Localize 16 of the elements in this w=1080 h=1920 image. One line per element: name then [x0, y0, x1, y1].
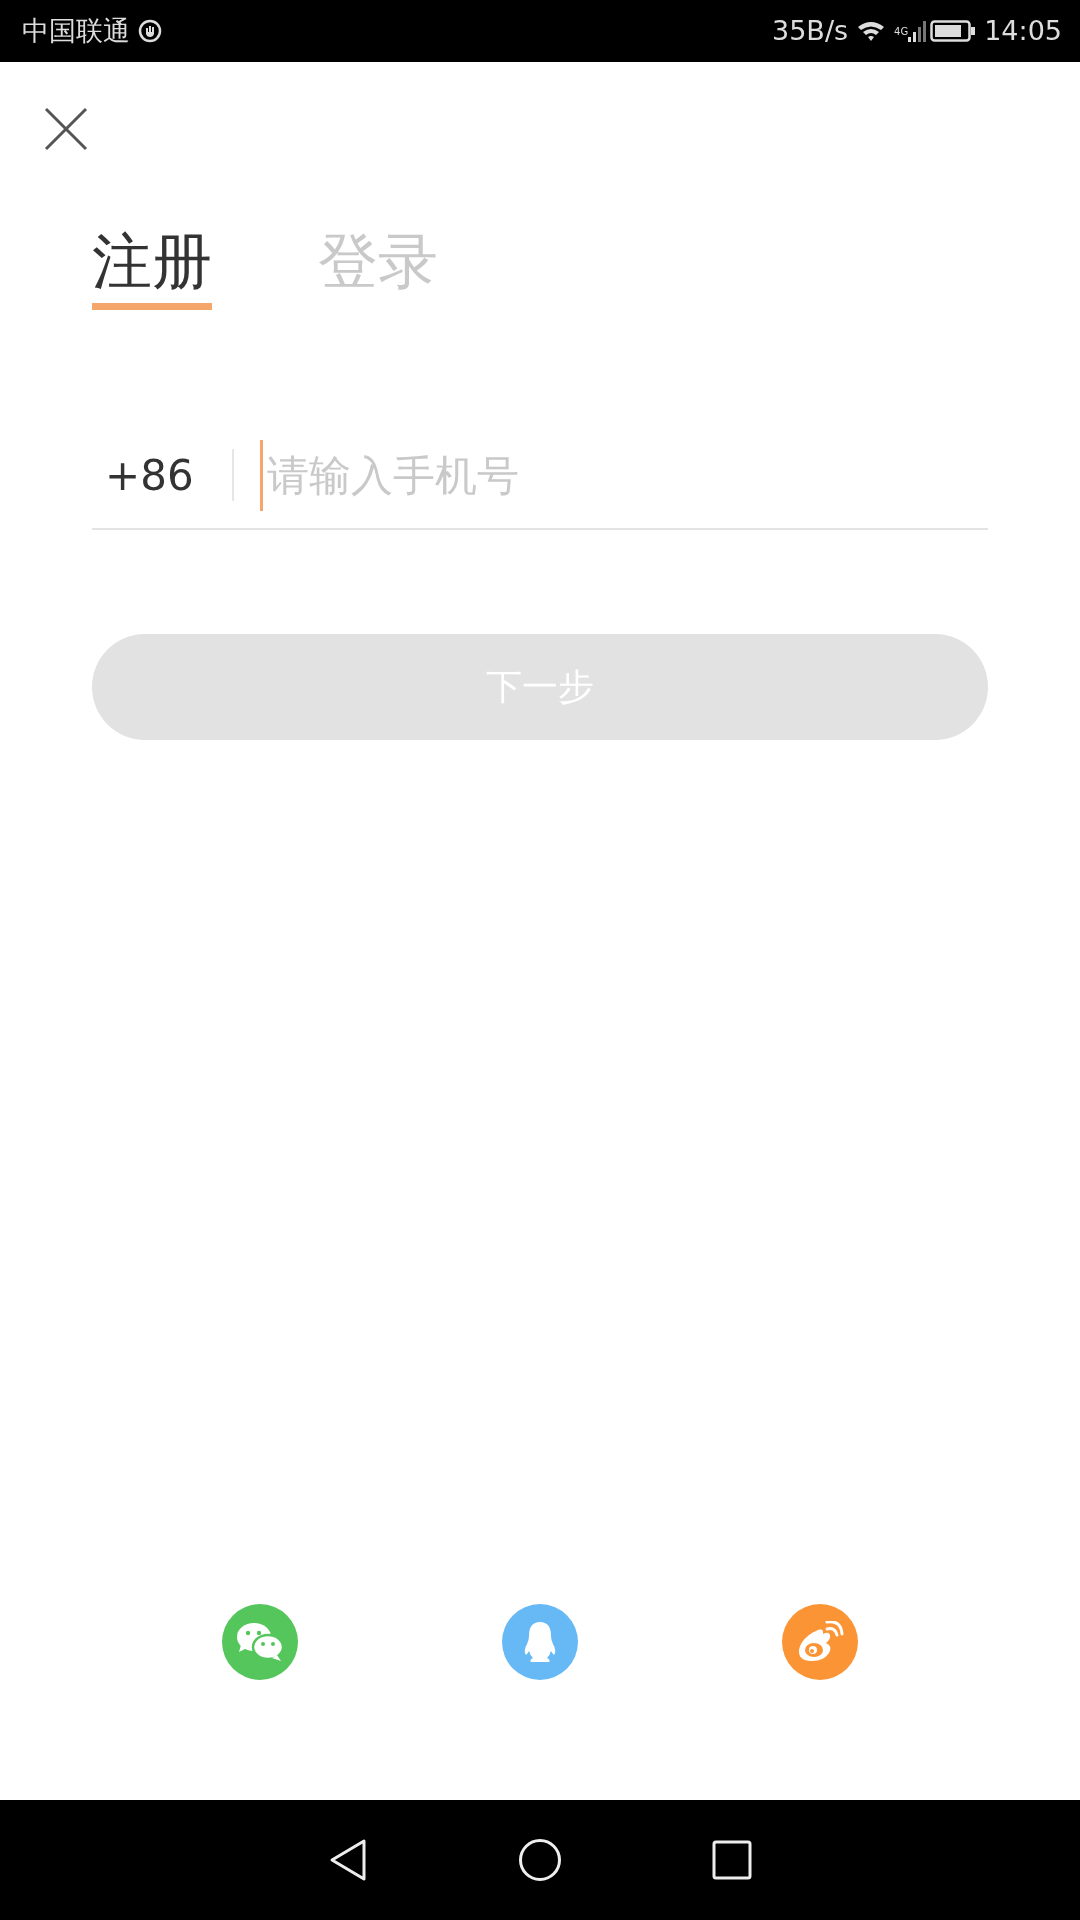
- recent-apps-button[interactable]: [712, 1840, 752, 1880]
- clock: 14:05: [984, 13, 1062, 48]
- back-button[interactable]: [328, 1838, 368, 1882]
- penguin-icon: [523, 1621, 557, 1663]
- home-button[interactable]: [518, 1838, 562, 1882]
- carrier-name: 中国联通: [22, 13, 130, 48]
- tab[interactable]: 注册: [92, 231, 212, 310]
- country-code[interactable]: +86: [105, 443, 194, 507]
- battery-icon: [930, 19, 977, 43]
- hand-badge-icon: [138, 19, 162, 43]
- wechat-icon: [235, 1621, 285, 1663]
- weibo-icon: [796, 1621, 844, 1663]
- network-speed: 35B/s: [772, 13, 849, 48]
- close-button[interactable]: [44, 107, 88, 151]
- network-type: 4G: [894, 26, 909, 37]
- wifi-icon: [856, 19, 887, 43]
